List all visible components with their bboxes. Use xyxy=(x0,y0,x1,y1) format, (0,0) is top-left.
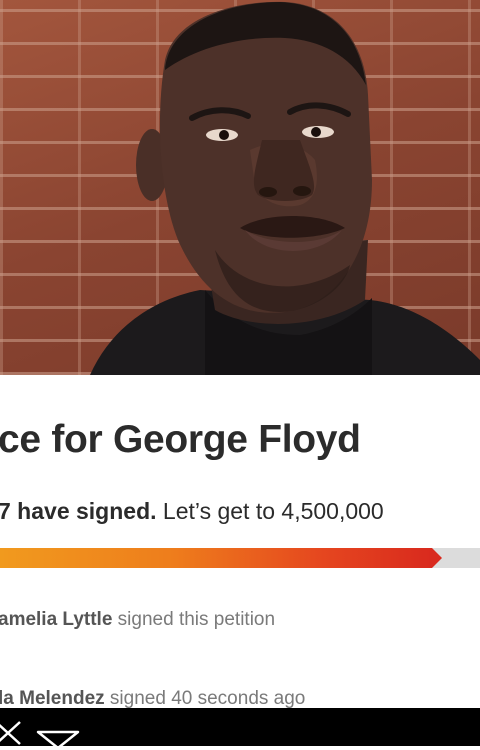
petition-photo xyxy=(0,0,480,375)
signer-name[interactable]: amelia Lyttle xyxy=(0,609,112,630)
recent-signer: amelia Lyttle signed this petition xyxy=(0,607,275,633)
progress-arrow-tip xyxy=(432,548,442,568)
bottom-bar xyxy=(0,708,480,750)
signature-progress-text: 7 have signed. Let’s get to 4,500,000 xyxy=(0,496,384,526)
signer-action: signed 40 seconds ago xyxy=(104,688,306,709)
signed-count: 7 have signed. xyxy=(0,498,157,524)
signer-name[interactable]: la Melendez xyxy=(0,688,105,709)
portrait-figure xyxy=(90,1,480,375)
close-icon[interactable] xyxy=(0,718,24,746)
petition-title: ce for George Floyd xyxy=(0,418,361,461)
signer-action: signed this petition xyxy=(112,609,276,630)
signature-progress-bar xyxy=(0,548,480,568)
signature-goal: Let’s get to 4,500,000 xyxy=(156,498,384,524)
signature-progress-fill xyxy=(0,548,432,568)
chevron-down-icon[interactable] xyxy=(36,730,80,750)
